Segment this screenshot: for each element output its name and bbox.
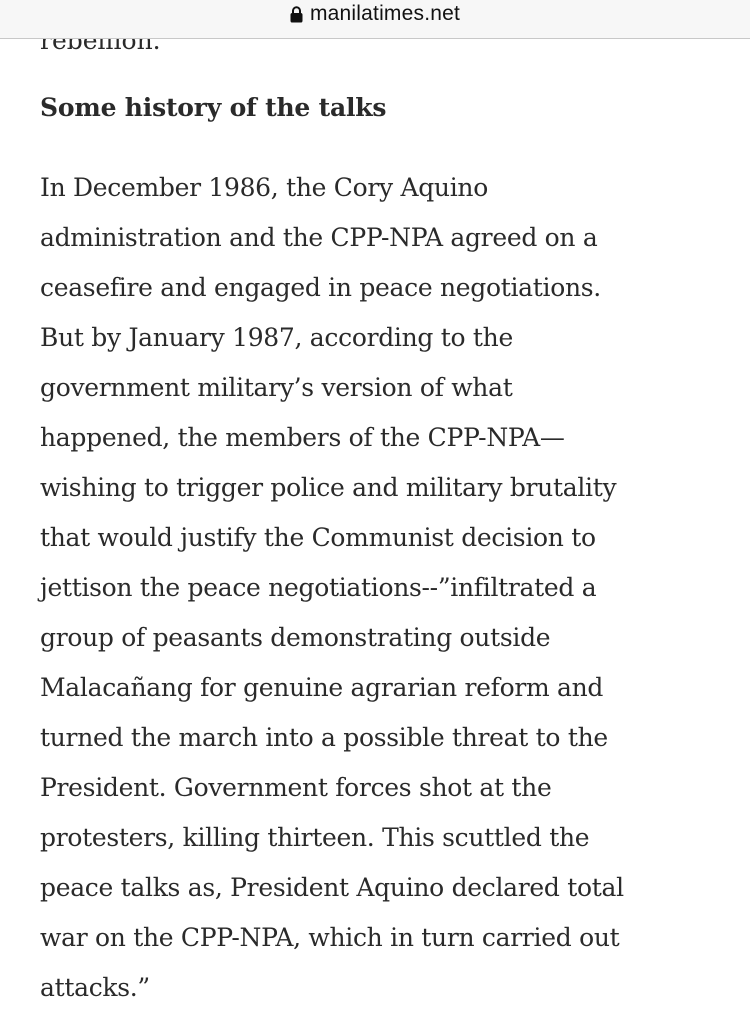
paragraph-line: peace talks as, President Aquino declare… <box>40 873 624 902</box>
article-paragraph: In December 1986, the Cory Aquino admini… <box>40 163 730 1013</box>
lock-icon <box>290 5 303 23</box>
paragraph-line: wishing to trigger police and military b… <box>40 473 617 502</box>
article-content: rebellion. Some history of the talks In … <box>0 0 750 1029</box>
paragraph-line: war on the CPP-NPA, which in turn carrie… <box>40 923 620 952</box>
paragraph-line: jettison the peace negotiations--”infilt… <box>40 573 597 602</box>
browser-address-bar[interactable]: manilatimes.net <box>0 0 750 39</box>
paragraph-line: In December 1986, the Cory Aquino <box>40 173 488 202</box>
paragraph-line: protesters, killing thirteen. This scutt… <box>40 823 590 852</box>
paragraph-line: President. Government forces shot at the <box>40 773 552 802</box>
paragraph-line: But by January 1987, according to the <box>40 323 513 352</box>
section-heading: Some history of the talks <box>40 93 387 122</box>
paragraph-line: attacks.” <box>40 973 150 1002</box>
paragraph-line: ceasefire and engaged in peace negotiati… <box>40 273 601 302</box>
paragraph-line: administration and the CPP-NPA agreed on… <box>40 223 598 252</box>
paragraph-line: Malacañang for genuine agrarian reform a… <box>40 673 604 702</box>
paragraph-line: group of peasants demonstrating outside <box>40 623 551 652</box>
url-text[interactable]: manilatimes.net <box>310 2 460 26</box>
paragraph-line: government military’s version of what <box>40 373 513 402</box>
address-bar-content[interactable]: manilatimes.net <box>290 2 460 26</box>
paragraph-line: that would justify the Communist decisio… <box>40 523 596 552</box>
paragraph-line: turned the march into a possible threat … <box>40 723 608 752</box>
paragraph-line: happened, the members of the CPP-NPA— <box>40 423 565 452</box>
